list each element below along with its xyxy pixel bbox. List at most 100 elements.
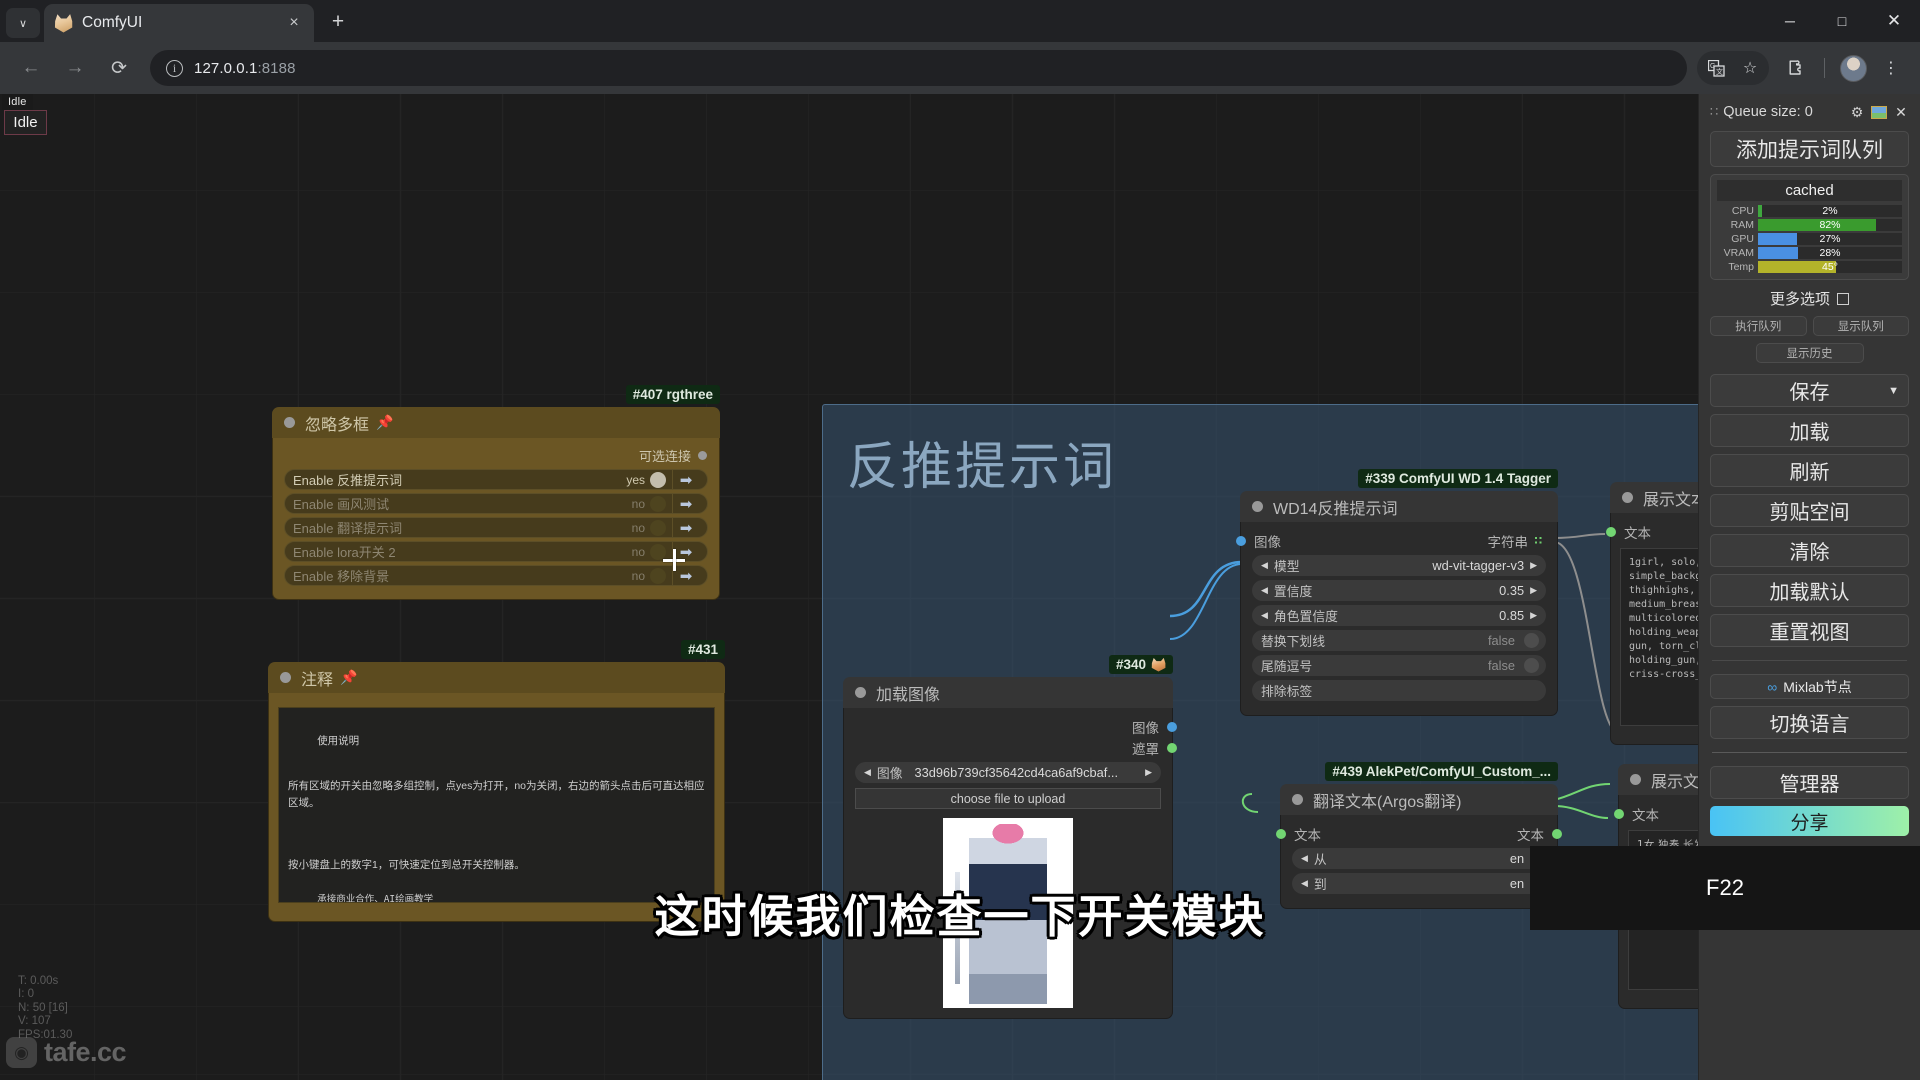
node-header-load-image[interactable]: 加载图像 (843, 677, 1173, 708)
widget-threshold[interactable]: ◀ 置信度 0.35 ▶ (1252, 580, 1546, 601)
next-arrow-icon[interactable]: ▶ (1530, 585, 1537, 596)
output-slot-mask[interactable]: 遮罩 (844, 737, 1177, 758)
save-button[interactable]: 保存 ▼ (1710, 374, 1909, 407)
close-icon[interactable]: ✕ (1893, 104, 1909, 120)
node-collapse-dot[interactable] (1252, 501, 1263, 512)
mixlab-nodes-button[interactable]: ∞ Mixlab节点 (1710, 674, 1909, 699)
tab-search-chevron-icon[interactable]: ∨ (6, 8, 40, 38)
switch-language-button[interactable]: 切换语言 (1710, 706, 1909, 739)
widget-character-threshold[interactable]: ◀ 角色置信度 0.85 ▶ (1252, 605, 1546, 626)
widget-to-lang[interactable]: ◀ 到 en ▶ (1292, 873, 1546, 894)
window-close-button[interactable]: ✕ (1868, 0, 1920, 42)
toggle-knob-3[interactable] (650, 543, 666, 560)
gear-icon[interactable]: ⚙ (1849, 104, 1865, 120)
prev-arrow-icon[interactable]: ◀ (1301, 878, 1308, 889)
widget-exclude-tags[interactable]: 排除标签 (1252, 680, 1546, 701)
clipspace-button[interactable]: 剪贴空间 (1710, 494, 1909, 527)
next-arrow-icon[interactable]: ▶ (1530, 610, 1537, 621)
output-slot-image[interactable]: 图像 (844, 716, 1177, 737)
reset-view-button[interactable]: 重置视图 (1710, 614, 1909, 647)
goto-arrow-icon-4[interactable]: ➡ (672, 566, 699, 585)
widget-replace-underscore[interactable]: 替换下划线 false (1252, 630, 1546, 651)
clear-button[interactable]: 清除 (1710, 534, 1909, 567)
forward-icon[interactable]: → (56, 49, 94, 87)
slot-dot-image-in[interactable] (1236, 535, 1246, 546)
toggle-row-2[interactable]: Enable 翻译提示词 no ➡ (284, 517, 708, 538)
node-collapse-dot[interactable] (855, 687, 866, 698)
prev-arrow-icon[interactable]: ◀ (1261, 585, 1268, 596)
node-header-note[interactable]: 注释 📌 (268, 662, 725, 693)
widget-model[interactable]: ◀ 模型 wd-vit-tagger-v3 ▶ (1252, 555, 1546, 576)
toggle-knob-0[interactable] (650, 471, 666, 488)
widget-image-file[interactable]: ◀ 图像 33d96b739cf35642cd4ca6af9cbaf... ▶ (855, 762, 1161, 783)
toggle-knob-1[interactable] (650, 495, 666, 512)
more-options-row[interactable]: 更多选项 (1710, 288, 1909, 309)
more-options-checkbox[interactable] (1837, 292, 1849, 305)
manager-button[interactable]: 管理器 (1710, 766, 1909, 799)
load-button[interactable]: 加载 (1710, 414, 1909, 447)
slot-dot-text[interactable] (1606, 526, 1616, 537)
widget-toggle-trailing-comma[interactable] (1524, 658, 1539, 673)
node-header-translate[interactable]: 翻译文本(Argos翻译) (1280, 784, 1558, 815)
image-icon[interactable] (1871, 104, 1887, 120)
node-rgthree-fast-muter[interactable]: #407 rgthree 忽略多框 📌 可选连接 Enable 反推提示词 ye… (272, 385, 720, 600)
goto-arrow-icon-3[interactable]: ➡ (672, 542, 699, 561)
show-queue-button[interactable]: 显示队列 (1812, 316, 1909, 336)
reload-icon[interactable]: ⟳ (100, 49, 138, 87)
toggle-knob-4[interactable] (650, 567, 666, 584)
share-button[interactable]: 分享 (1710, 806, 1909, 836)
toggle-row-0[interactable]: Enable 反推提示词 yes ➡ (284, 469, 708, 490)
node-wd14-tagger[interactable]: #339 ComfyUI WD 1.4 Tagger WD14反推提示词 图像 … (1236, 469, 1558, 716)
slot-dot-text-in[interactable] (1276, 828, 1286, 839)
widget-from-lang[interactable]: ◀ 从 en ▶ (1292, 848, 1546, 869)
slot-dot-text[interactable] (1614, 808, 1624, 819)
node-header-wd14[interactable]: WD14反推提示词 (1240, 491, 1558, 522)
goto-arrow-icon-0[interactable]: ➡ (672, 470, 699, 489)
slot-dot-text-out[interactable] (1552, 828, 1562, 839)
toggle-row-4[interactable]: Enable 移除背景 no ➡ (284, 565, 708, 586)
node-collapse-dot[interactable] (1630, 774, 1641, 785)
new-tab-button[interactable]: + (323, 7, 353, 37)
slot-dot-mask[interactable] (1167, 742, 1177, 753)
refresh-button[interactable]: 刷新 (1710, 454, 1909, 487)
translate-icon[interactable]: G文 (1699, 51, 1733, 85)
node-load-image[interactable]: #340 加载图像 图像 遮罩 ◀ 图像 33d96b739cf35642cd4… (843, 655, 1177, 1019)
site-info-icon[interactable]: i (166, 59, 183, 77)
next-arrow-icon[interactable]: ▶ (1145, 767, 1152, 778)
optional-slot-dot[interactable] (698, 450, 707, 460)
back-icon[interactable]: ← (12, 49, 50, 87)
node-collapse-dot[interactable] (1622, 492, 1633, 503)
extensions-icon[interactable] (1779, 51, 1813, 85)
run-queue-button[interactable]: 执行队列 (1710, 316, 1807, 336)
browser-menu-icon[interactable]: ⋮ (1874, 51, 1908, 85)
goto-arrow-icon-1[interactable]: ➡ (672, 494, 699, 513)
chevron-down-icon[interactable]: ▼ (1888, 385, 1899, 397)
upload-file-button[interactable]: choose file to upload (855, 788, 1161, 809)
bookmark-star-icon[interactable]: ☆ (1733, 51, 1767, 85)
prev-arrow-icon[interactable]: ◀ (864, 767, 871, 778)
address-bar[interactable]: i 127.0.0.1:8188 (150, 50, 1687, 86)
toggle-row-3[interactable]: Enable lora开关 2 no ➡ (284, 541, 708, 562)
node-collapse-dot[interactable] (1292, 794, 1303, 805)
goto-arrow-icon-2[interactable]: ➡ (672, 518, 699, 537)
node-collapse-dot[interactable] (284, 417, 295, 428)
add-prompt-queue-button[interactable]: 添加提示词队列 (1710, 131, 1909, 167)
grid-slot-icon[interactable] (1534, 535, 1544, 546)
node-header-rgthree[interactable]: 忽略多框 📌 (272, 407, 720, 438)
prev-arrow-icon[interactable]: ◀ (1301, 853, 1308, 864)
node-collapse-dot[interactable] (280, 672, 291, 683)
widget-trailing-comma[interactable]: 尾随逗号 false (1252, 655, 1546, 676)
toggle-row-1[interactable]: Enable 画风测试 no ➡ (284, 493, 708, 514)
show-history-button[interactable]: 显示历史 (1755, 343, 1864, 363)
drag-handle-icon[interactable]: ∷ (1710, 104, 1718, 120)
widget-toggle-replace-underscore[interactable] (1524, 633, 1539, 648)
prev-arrow-icon[interactable]: ◀ (1261, 610, 1268, 621)
prev-arrow-icon[interactable]: ◀ (1261, 560, 1268, 571)
maximize-button[interactable]: □ (1816, 0, 1868, 42)
avatar[interactable] (1836, 51, 1870, 85)
load-default-button[interactable]: 加载默认 (1710, 574, 1909, 607)
next-arrow-icon[interactable]: ▶ (1530, 560, 1537, 571)
minimize-button[interactable]: ─ (1764, 0, 1816, 42)
toggle-knob-2[interactable] (650, 519, 666, 536)
io-row-wd14[interactable]: 图像 字符串 (1236, 530, 1557, 551)
